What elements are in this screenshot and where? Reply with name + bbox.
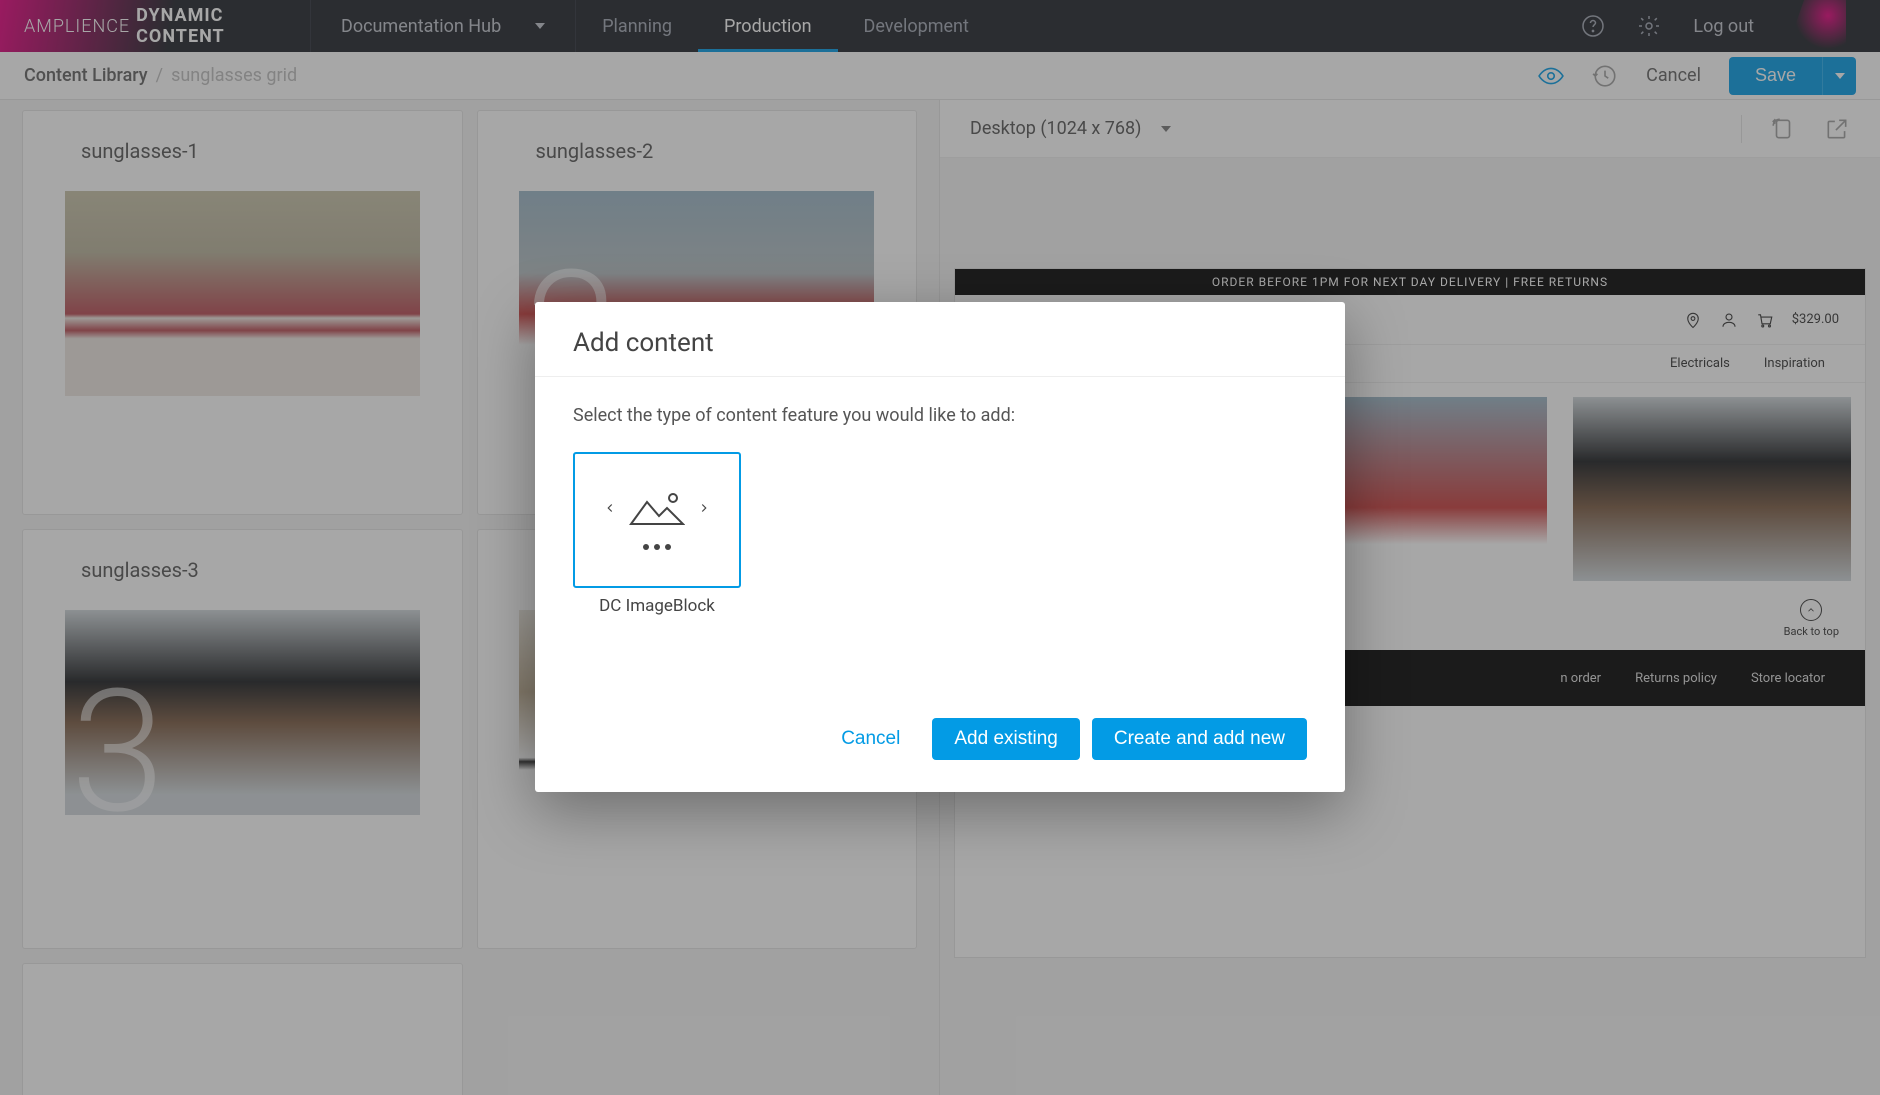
modal-cancel-button[interactable]: Cancel: [821, 718, 920, 760]
modal-body: Select the type of content feature you w…: [535, 377, 1345, 718]
content-type-tile[interactable]: [573, 452, 741, 588]
dots-icon: [643, 544, 671, 550]
imageblock-icon: [603, 490, 711, 526]
add-content-modal: Add content Select the type of content f…: [535, 302, 1345, 792]
create-and-add-new-button[interactable]: Create and add new: [1092, 718, 1307, 760]
add-existing-button[interactable]: Add existing: [932, 718, 1080, 760]
modal-actions: Cancel Add existing Create and add new: [535, 718, 1345, 792]
content-type-label: DC ImageBlock: [573, 596, 741, 616]
modal-prompt: Select the type of content feature you w…: [573, 405, 1307, 426]
modal-title: Add content: [535, 302, 1345, 377]
